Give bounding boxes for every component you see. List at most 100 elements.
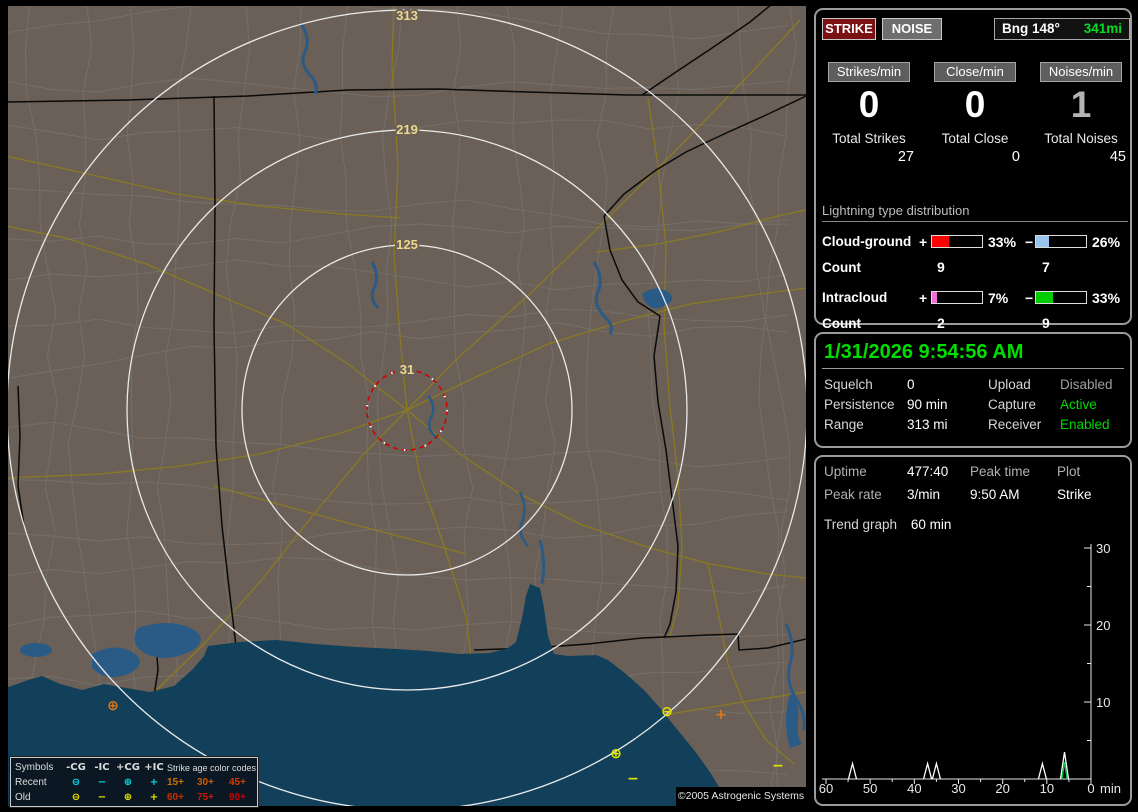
cg-negative-pct: 26% bbox=[1092, 234, 1121, 250]
app-window: 313 219 125 31 ⊕ ⊖ + ⊕ − − Symbols -CG -IC +CG +… bbox=[0, 0, 1138, 812]
squelch-value: 0 bbox=[907, 377, 915, 392]
trend-graph-header: Trend graph 60 min bbox=[824, 517, 951, 532]
total-noises-value: 45 bbox=[1109, 149, 1126, 165]
trend-graph-window: 60 min bbox=[910, 517, 952, 532]
total-noises-label: Total Noises bbox=[1044, 131, 1118, 146]
noise-toggle-button[interactable]: NOISE bbox=[882, 18, 942, 40]
trend-spike bbox=[931, 761, 942, 780]
upload-label: Upload bbox=[988, 377, 1031, 392]
status-panel: 1/31/2026 9:54:56 AM Squelch 0 Upload Di… bbox=[814, 332, 1132, 448]
legend-col-pos-ic: +IC bbox=[144, 762, 164, 773]
svg-text:20: 20 bbox=[995, 781, 1009, 796]
svg-text:10: 10 bbox=[1096, 695, 1110, 710]
strike-toggle-button[interactable]: STRIKE bbox=[822, 18, 876, 40]
range-ring-label: 313 bbox=[396, 8, 418, 23]
noises-per-min-label: Noises/min bbox=[1040, 62, 1122, 82]
noises-per-min-value: 1 bbox=[1070, 84, 1092, 125]
persistence-row: Persistence 90 min Capture Active bbox=[824, 397, 1124, 412]
range-ring-label: 219 bbox=[396, 122, 418, 137]
legend-age-header: Strike age color codes bbox=[167, 762, 257, 773]
recent-neg-cg-icon: ⊖ bbox=[71, 777, 81, 788]
ic-count-row: Count 2 9 bbox=[822, 312, 1128, 334]
datetime-display: 1/31/2026 9:54:56 AM bbox=[824, 341, 1024, 363]
receiver-status: Enabled bbox=[1060, 417, 1110, 432]
plot-label: Plot bbox=[1057, 464, 1081, 479]
trend-spike bbox=[1037, 761, 1048, 780]
cg-count-row: Count 9 7 bbox=[822, 256, 1128, 278]
total-strikes-label: Total Strikes bbox=[832, 131, 906, 146]
range-row: Range 313 mi Receiver Enabled bbox=[824, 417, 1124, 432]
capture-status: Active bbox=[1060, 397, 1097, 412]
recent-pos-ic-icon: + bbox=[149, 777, 159, 788]
trend-spike bbox=[922, 761, 933, 780]
cg-positive-pct: 33% bbox=[988, 234, 1017, 250]
legend-symbols-header: Symbols bbox=[15, 762, 54, 773]
age-75: 75+ bbox=[197, 792, 214, 803]
age-90: 90+ bbox=[229, 792, 246, 803]
peak-rate-label: Peak rate bbox=[824, 487, 882, 502]
legend-row-recent-label: Recent bbox=[15, 777, 47, 788]
squelch-row: Squelch 0 Upload Disabled bbox=[824, 377, 1124, 392]
peak-rate-value: 3/min bbox=[907, 487, 941, 502]
plus-sign: + bbox=[919, 234, 928, 250]
persistence-value: 90 min bbox=[907, 397, 948, 412]
lightning-map[interactable]: 313 219 125 31 ⊕ ⊖ + ⊕ − − Symbols -CG -IC +CG +… bbox=[8, 6, 806, 808]
uptime-value: 477:40 bbox=[907, 464, 949, 479]
svg-text:30: 30 bbox=[951, 781, 965, 796]
copyright-text: ©2005 Astrogenic Systems bbox=[676, 787, 806, 806]
legend-col-neg-cg: -CG bbox=[66, 762, 86, 773]
ic-negative-bar bbox=[1035, 291, 1087, 304]
age-60: 60+ bbox=[167, 792, 184, 803]
noises-per-min-column: Noises/min 1 Total Noises 45 bbox=[1034, 62, 1128, 165]
intracloud-row: Intracloud + 7% − 33% bbox=[822, 286, 1128, 310]
strike-symbol: − bbox=[772, 758, 784, 774]
count-label: Count bbox=[822, 316, 861, 331]
uptime-label: Uptime bbox=[824, 464, 867, 479]
total-close-value: 0 bbox=[1011, 149, 1020, 165]
upload-status: Disabled bbox=[1060, 377, 1113, 392]
svg-text:30: 30 bbox=[1096, 541, 1110, 556]
capture-label: Capture bbox=[988, 397, 1037, 412]
map-canvas: 31321912531 ⊕ ⊖ +⊕−− bbox=[8, 6, 806, 806]
trend-panel: Uptime 477:40 Peak time Plot Peak rate 3… bbox=[814, 455, 1132, 806]
svg-text:50: 50 bbox=[863, 781, 877, 796]
trend-graph-chart: 60 50 40 30 20 10 0 min 10 20 30 bbox=[819, 541, 1121, 796]
strikes-per-min-column: Strikes/min 0 Total Strikes 27 bbox=[822, 62, 916, 165]
squelch-label: Squelch bbox=[824, 377, 873, 392]
ic-negative-count: 9 bbox=[1042, 315, 1050, 331]
intracloud-label: Intracloud bbox=[822, 290, 888, 305]
age-15: 15+ bbox=[167, 777, 184, 788]
strike-symbol: ⊖ bbox=[661, 704, 673, 720]
peak-time-label: Peak time bbox=[970, 464, 1031, 479]
old-neg-cg-icon: ⊖ bbox=[71, 792, 81, 803]
bearing-distance: 341mi bbox=[1083, 21, 1122, 36]
trend-spike bbox=[847, 761, 858, 780]
recent-neg-ic-icon: − bbox=[97, 777, 107, 788]
count-label: Count bbox=[822, 260, 861, 275]
range-label: Range bbox=[824, 417, 864, 432]
strikes-per-min-label: Strikes/min bbox=[828, 62, 910, 82]
old-pos-cg-icon: ⊕ bbox=[123, 792, 133, 803]
svg-text:40: 40 bbox=[907, 781, 921, 796]
bearing-label: Bng 148° bbox=[1002, 21, 1060, 36]
trend-graph-label: Trend graph bbox=[824, 517, 898, 532]
legend-col-neg-ic: -IC bbox=[94, 762, 110, 773]
lightning-distribution: Lightning type distribution Cloud-ground… bbox=[822, 203, 1128, 334]
age-45: 45+ bbox=[229, 777, 246, 788]
total-strikes-value: 27 bbox=[897, 149, 914, 165]
bearing-display: Bng 148° 341mi bbox=[994, 18, 1130, 40]
cg-negative-count: 7 bbox=[1042, 259, 1050, 275]
cg-positive-count: 9 bbox=[937, 259, 945, 275]
svg-text:60: 60 bbox=[819, 781, 833, 796]
legend-row-old-label: Old bbox=[15, 792, 31, 803]
minus-sign: − bbox=[1025, 234, 1034, 250]
distribution-title: Lightning type distribution bbox=[822, 203, 1128, 222]
recent-pos-cg-icon: ⊕ bbox=[123, 777, 133, 788]
persistence-label: Persistence bbox=[824, 397, 895, 412]
cg-negative-bar bbox=[1035, 235, 1087, 248]
map-legend: Symbols -CG -IC +CG +IC Strike age color… bbox=[9, 756, 259, 808]
strikes-per-min-value: 0 bbox=[858, 84, 880, 125]
ic-positive-bar bbox=[931, 291, 983, 304]
ic-positive-count: 2 bbox=[937, 315, 945, 331]
age-30: 30+ bbox=[197, 777, 214, 788]
